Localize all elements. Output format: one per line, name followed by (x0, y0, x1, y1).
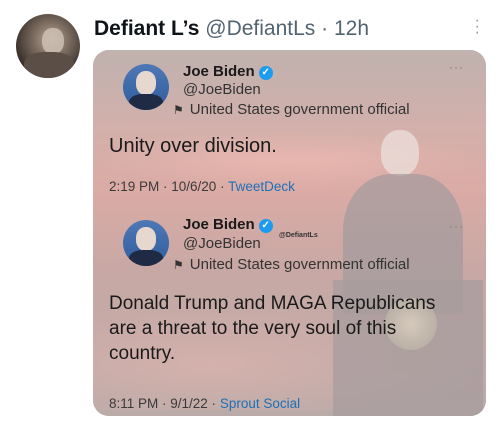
quoted-name-text-1: Joe Biden (183, 63, 255, 80)
author-avatar[interactable] (16, 14, 80, 78)
watermark: @DefiantLs (279, 232, 318, 239)
quoted-name-1: Joe Biden ✓ (183, 63, 273, 80)
quoted-timestamp-1: 2:19 PM · 10/6/20 · (109, 179, 229, 194)
quoted-more-icon-1: ··· (449, 60, 464, 74)
tweet-header: Defiant L’s @DefiantLs · 12h (94, 17, 369, 41)
quoted-label-2: ⚑ United States government official (173, 256, 410, 273)
avatar-head (136, 71, 156, 95)
quoted-name-text-2: Joe Biden (183, 216, 255, 233)
quoted-handle-2: @JoeBiden (183, 235, 261, 252)
avatar-suit (129, 94, 163, 110)
flag-icon: ⚑ (173, 258, 184, 272)
quoted-handle-1: @JoeBiden (183, 81, 261, 98)
tweet-image[interactable]: Joe Biden ✓ @JoeBiden ⚑ United States gove… (93, 50, 486, 416)
author-handle[interactable]: @DefiantLs (205, 17, 315, 40)
avatar-suit (129, 250, 163, 266)
avatar-face (42, 28, 64, 54)
quoted-label-text-1: United States government official (189, 101, 410, 118)
quoted-label-text-2: United States government official (189, 256, 410, 273)
flag-icon: ⚑ (173, 103, 184, 117)
quoted-meta-1: 2:19 PM · 10/6/20 · TweetDeck (109, 179, 295, 194)
quoted-text-line-1: Donald Trump and MAGA Republicans (109, 293, 436, 314)
quoted-timestamp-2: 8:11 PM · 9/1/22 · (109, 396, 220, 411)
quoted-text-line-3: country. (109, 343, 176, 364)
avatar-body (24, 52, 74, 78)
quoted-source-1: TweetDeck (228, 179, 295, 194)
quoted-source-2: Sprout Social (219, 396, 301, 411)
quoted-avatar-2 (123, 220, 169, 266)
author-name[interactable]: Defiant L’s (94, 17, 199, 40)
avatar-head (136, 227, 156, 251)
quoted-text-1: Unity over division. (109, 135, 277, 157)
quoted-text-2: Donald Trump and MAGA Republicans are a … (109, 291, 435, 366)
quoted-label-1: ⚑ United States government official (173, 101, 410, 118)
quoted-text-line-2: are a threat to the very soul of this (109, 318, 397, 339)
quoted-avatar-1 (123, 64, 169, 110)
verified-badge-icon: ✓ (258, 219, 273, 233)
quoted-meta-2: 8:11 PM · 9/1/22 · Sprout Social (109, 396, 300, 411)
more-options-icon[interactable]: · · · (475, 13, 480, 41)
verified-badge-icon: ✓ (258, 66, 273, 80)
header-separator: · (321, 17, 329, 40)
quoted-name-2: Joe Biden ✓ (183, 216, 273, 233)
tweet-time[interactable]: 12h (334, 17, 369, 40)
quoted-more-icon-2: ··· (449, 219, 464, 233)
